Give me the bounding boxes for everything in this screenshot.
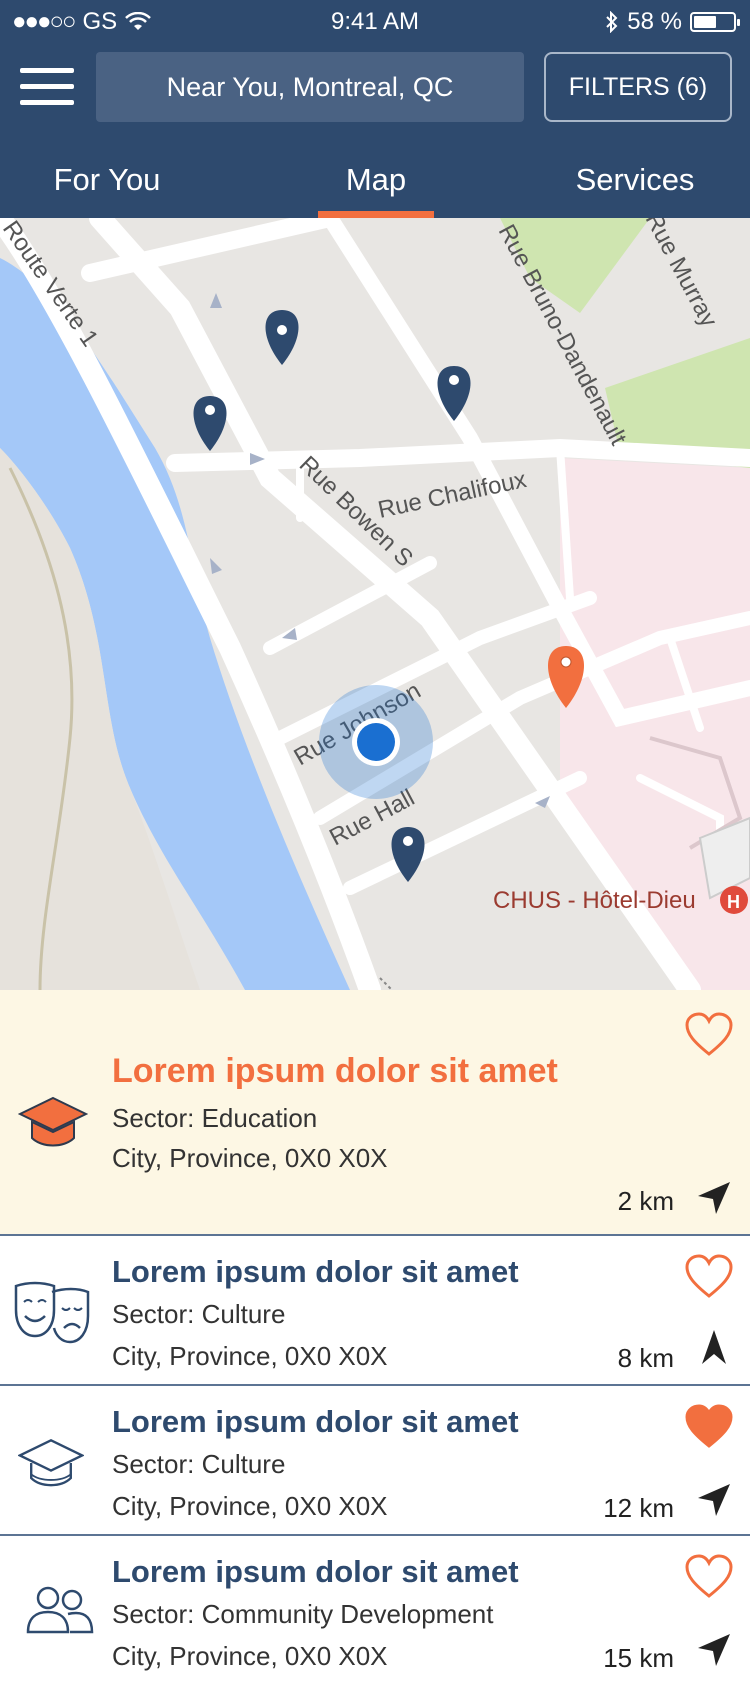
result-sector: Sector: Education — [112, 1103, 318, 1133]
theater-masks-icon — [14, 1281, 90, 1344]
result-title: Lorem ipsum dolor sit amet — [112, 1254, 519, 1289]
svg-text:H: H — [727, 892, 740, 912]
result-card[interactable]: Lorem ipsum dolor sit amet Sector: Cultu… — [0, 1386, 750, 1536]
result-distance: 8 km — [617, 1343, 674, 1373]
result-address: City, Province, 0X0 X0X — [112, 1143, 388, 1173]
poi-label: CHUS - Hôtel-Dieu — [493, 887, 696, 914]
user-location-icon — [319, 685, 433, 799]
tab-services-label: Services — [575, 162, 695, 197]
result-card[interactable]: Lorem ipsum dolor sit amet Sector: Educa… — [0, 990, 750, 1236]
tab-map-label: Map — [345, 162, 407, 197]
result-title: Lorem ipsum dolor sit amet — [112, 1404, 519, 1439]
result-address: City, Province, 0X0 X0X — [112, 1641, 388, 1671]
navigation-arrow-icon[interactable] — [696, 1482, 732, 1518]
favorite-heart-outline-icon[interactable] — [684, 1012, 734, 1058]
battery-icon — [690, 12, 740, 32]
filters-button[interactable]: FILTERS (6) — [544, 52, 732, 122]
result-sector: Sector: Culture — [112, 1449, 286, 1479]
result-sector: Sector: Community Development — [112, 1599, 494, 1629]
map-view[interactable]: Route Verte 1 Rue Bowen S Rue Chalifoux … — [0, 218, 750, 990]
tab-map[interactable]: Map — [318, 142, 434, 218]
result-distance: 2 km — [617, 1186, 674, 1216]
favorite-heart-outline-icon[interactable] — [684, 1554, 734, 1600]
location-search-field[interactable]: Near You, Montreal, QC — [96, 52, 524, 122]
results-list: Lorem ipsum dolor sit amet Sector: Educa… — [0, 990, 750, 1686]
navigation-arrow-icon[interactable] — [700, 1328, 728, 1368]
tab-for-you-label: For You — [53, 162, 161, 197]
graduation-cap-icon — [18, 1439, 84, 1487]
tab-for-you[interactable]: For You — [0, 142, 214, 218]
hamburger-menu-icon[interactable] — [20, 68, 74, 114]
battery-percent: 58 % — [627, 8, 682, 35]
favorite-heart-filled-icon[interactable] — [684, 1404, 734, 1450]
navigation-arrow-icon[interactable] — [696, 1180, 732, 1216]
favorite-heart-outline-icon[interactable] — [684, 1254, 734, 1300]
tab-services[interactable]: Services — [560, 142, 710, 218]
navigation-arrow-icon[interactable] — [696, 1632, 732, 1668]
result-distance: 15 km — [603, 1643, 674, 1673]
result-card[interactable]: Lorem ipsum dolor sit amet Sector: Cultu… — [0, 1236, 750, 1386]
bluetooth-icon — [606, 11, 618, 33]
result-sector: Sector: Culture — [112, 1299, 286, 1329]
result-distance: 12 km — [603, 1493, 674, 1523]
result-title: Lorem ipsum dolor sit amet — [112, 1554, 519, 1589]
app-header: Near You, Montreal, QC FILTERS (6) For Y… — [0, 40, 750, 218]
status-bar: ●●●○○ GS 9:41 AM 58 % — [0, 0, 750, 40]
hospital-icon[interactable]: H — [720, 886, 748, 914]
result-title: Lorem ipsum dolor sit amet — [112, 1052, 558, 1090]
result-card[interactable]: Lorem ipsum dolor sit amet Sector: Commu… — [0, 1536, 750, 1686]
result-address: City, Province, 0X0 X0X — [112, 1341, 388, 1371]
tab-bar: For You Map Services — [0, 142, 750, 218]
location-search-text: Near You, Montreal, QC — [166, 71, 454, 102]
graduation-cap-icon — [18, 1096, 88, 1147]
result-address: City, Province, 0X0 X0X — [112, 1491, 388, 1521]
filters-label: FILTERS (6) — [568, 72, 708, 101]
people-icon — [26, 1586, 94, 1634]
